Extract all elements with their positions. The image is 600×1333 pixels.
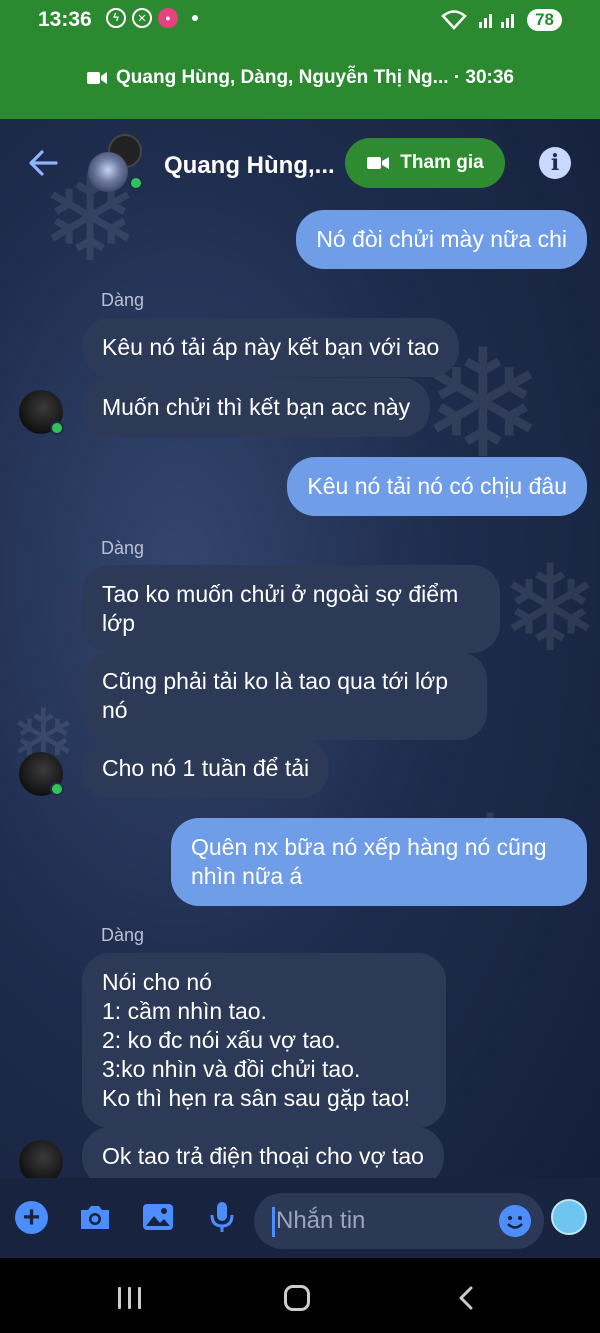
call-participants: Quang Hùng, Dàng, Nguyễn Thị Ng... · 30:… [116,67,514,88]
message-bubble-incoming[interactable]: Tao ko muốn chửi ở ngoài sợ điểm lớp [82,565,500,653]
message-bubble-outgoing[interactable]: Quên nx bữa nó xếp hàng nó cũng nhìn nữa… [171,818,587,906]
conversation-title[interactable]: Quang Hùng,... [164,152,335,180]
app-notification-icon: ● [158,8,178,28]
message-bubble-outgoing[interactable]: Nó đòi chửi mày nữa chi [296,210,587,269]
back-arrow-icon[interactable] [26,145,62,181]
message-bubble-outgoing[interactable]: Kêu nó tải nó có chịu đâu [287,457,587,516]
status-time: 13:36 [38,8,92,31]
microphone-icon[interactable] [205,1200,239,1234]
message-bubble-incoming[interactable]: Muốn chửi thì kết bạn acc này [82,378,431,437]
wifi-icon [441,10,467,30]
camera-icon[interactable] [78,1200,112,1234]
image-icon[interactable] [141,1200,175,1234]
cold-face-emoji-icon[interactable] [551,1199,587,1235]
join-call-button[interactable]: Tham gia [345,138,505,188]
online-indicator [50,421,64,435]
info-icon[interactable]: i [539,147,571,179]
video-icon [87,72,108,84]
text-cursor [272,1207,275,1237]
ongoing-call-banner[interactable]: Quang Hùng, Dàng, Nguyễn Thị Ng... · 30:… [0,58,600,98]
home-button[interactable] [284,1285,310,1311]
message-bubble-incoming[interactable]: Cho nó 1 tuần để tải [82,739,330,798]
system-icons: 78 [441,9,562,31]
more-notifications-icon [192,15,198,21]
recents-button[interactable] [118,1287,141,1309]
nav-back-icon[interactable] [456,1286,476,1310]
join-call-label: Tham gia [400,152,484,173]
plus-icon[interactable]: + [15,1201,48,1234]
group-avatar[interactable] [86,134,150,194]
message-bubble-incoming[interactable]: Nói cho nó 1: cầm nhìn tao. 2: ko đc nói… [82,953,446,1128]
avatar [88,152,128,192]
message-bubble-incoming[interactable]: Cũng phải tải ko là tao qua tới lớp nó [82,652,487,740]
capcut-icon: ✕ [132,8,152,28]
sender-name: Dàng [101,925,145,945]
video-icon [367,157,390,169]
messenger-icon: ϟ [106,8,126,28]
online-indicator [50,782,64,796]
message-bubble-incoming[interactable]: Kêu nó tải áp này kết bạn với tao [82,318,460,377]
sender-name: Dàng [101,538,145,558]
sender-name: Dàng [101,290,145,310]
online-indicator [129,176,143,190]
snowflake-decoration: ❄ [500,542,600,676]
status-bar: 13:36 ϟ ✕ ● 78 [0,0,600,40]
battery-indicator: 78 [527,9,562,31]
message-input-placeholder: Nhắn tin [276,1207,366,1234]
notification-icons: ϟ ✕ ● [106,8,198,28]
emoji-icon[interactable] [499,1205,531,1237]
signal-icon [479,14,515,28]
